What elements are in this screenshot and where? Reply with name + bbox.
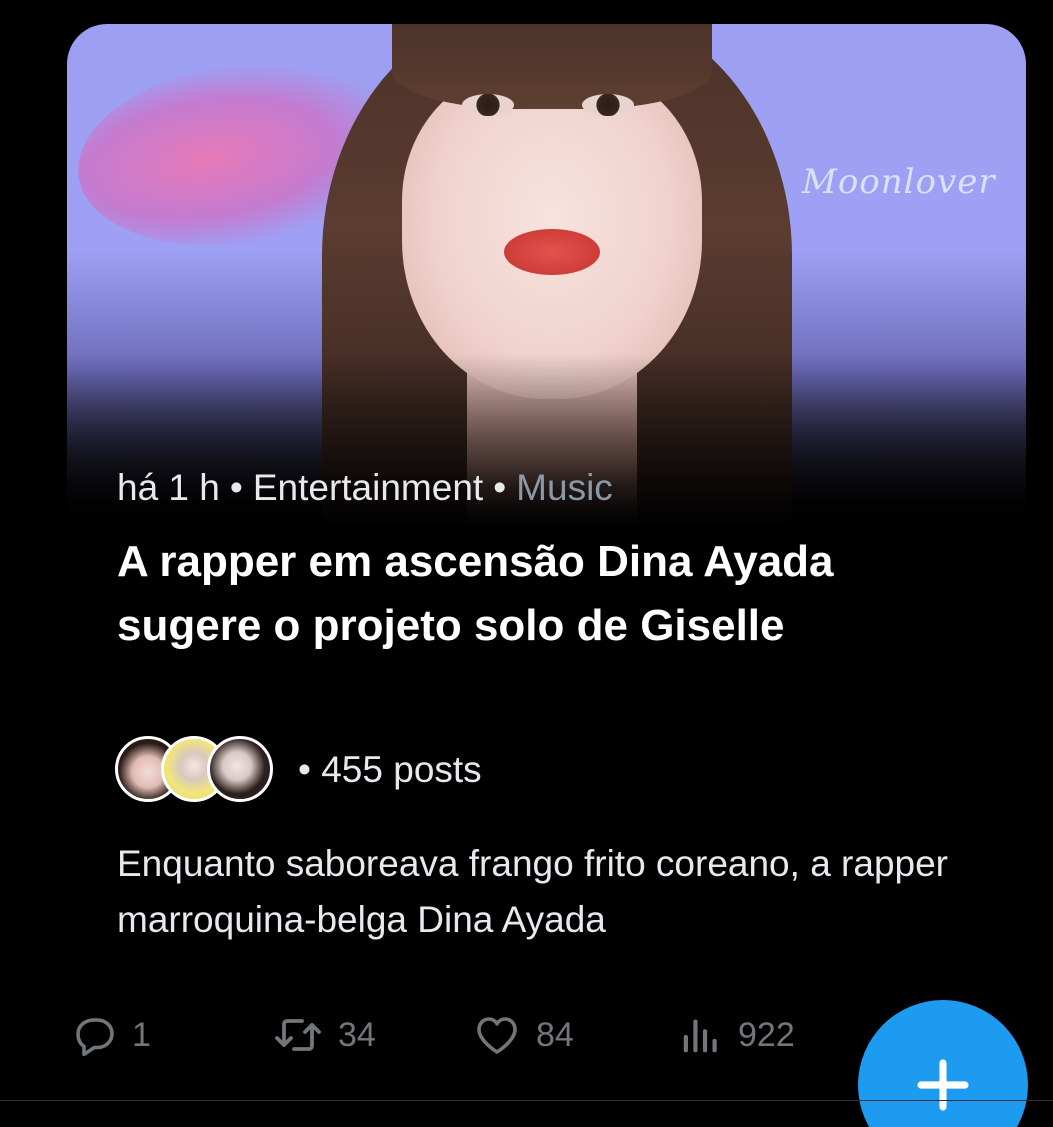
news-description: Enquanto saboreava frango frito coreano,… — [117, 843, 949, 940]
timestamp: há 1 h — [117, 467, 220, 508]
lips-shape — [504, 229, 600, 275]
reply-button[interactable]: 1 — [70, 1010, 151, 1060]
meta-separator: • — [493, 467, 507, 508]
news-hero-image[interactable]: Moonlover — [67, 24, 1026, 524]
divider — [0, 1100, 1053, 1101]
image-watermark: Moonlover — [802, 162, 996, 202]
category-label[interactable]: Entertainment — [253, 467, 483, 508]
news-headline[interactable]: A rapper em ascensão Dina Ayada sugere o… — [117, 530, 937, 658]
reply-icon — [70, 1011, 118, 1059]
post-count[interactable]: • 455 posts — [298, 748, 482, 792]
left-eye — [462, 94, 514, 116]
meta-separator: • — [229, 467, 243, 508]
views-count: 922 — [738, 1015, 795, 1054]
heart-icon — [472, 1011, 522, 1059]
bangs-shape — [392, 24, 712, 109]
trend-card-page: Moonlover há 1 h • Entertainment • Music A r… — [0, 0, 1053, 1127]
reply-count: 1 — [132, 1015, 151, 1054]
views-icon — [678, 1011, 724, 1059]
poster-avatars[interactable] — [115, 732, 273, 806]
like-button[interactable]: 84 — [472, 1010, 574, 1060]
news-meta-line: há 1 h • Entertainment • Music — [117, 466, 613, 510]
like-count: 84 — [536, 1015, 574, 1054]
retweet-button[interactable]: 34 — [272, 1010, 376, 1060]
avatar — [207, 736, 273, 802]
right-eye — [582, 94, 634, 116]
views-button[interactable]: 922 — [678, 1010, 795, 1060]
retweet-count: 34 — [338, 1015, 376, 1054]
subcategory-label[interactable]: Music — [516, 467, 613, 508]
retweet-icon — [272, 1011, 324, 1059]
